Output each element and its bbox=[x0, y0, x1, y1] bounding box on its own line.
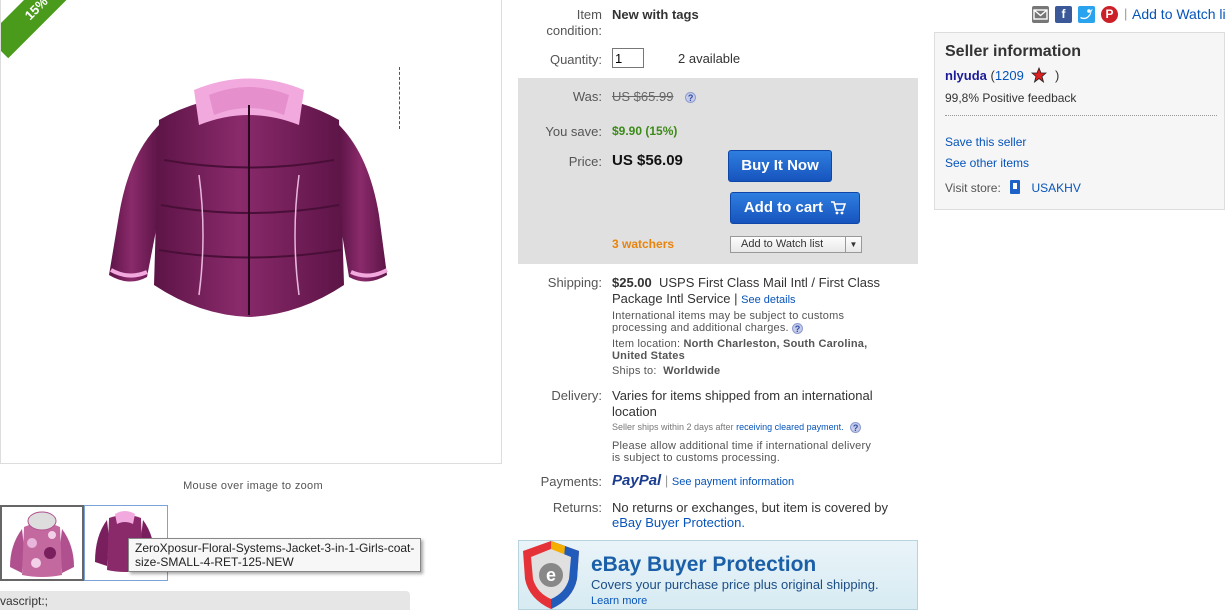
status-bar-text: vascript:; bbox=[0, 594, 49, 608]
save-value: $9.90 (15%) bbox=[612, 124, 678, 138]
was-price-value: US $65.99 bbox=[612, 89, 674, 104]
share-divider: | bbox=[1124, 6, 1128, 21]
seller-name-link[interactable]: nlyuda bbox=[945, 68, 987, 83]
buyer-protection-link[interactable]: eBay Buyer Protection. bbox=[612, 515, 912, 530]
save-seller-link[interactable]: Save this seller bbox=[945, 135, 1026, 149]
twitter-icon[interactable] bbox=[1078, 6, 1095, 23]
ships-to-value: Worldwide bbox=[663, 365, 721, 377]
item-location: Item location: North Charleston, South C… bbox=[612, 338, 912, 362]
returns-label: Returns: bbox=[552, 500, 602, 515]
see-payment-info-link[interactable]: See payment information bbox=[672, 476, 794, 488]
allow-time-line-2: is subject to customs processing. bbox=[612, 452, 781, 464]
was-label: Was: bbox=[572, 89, 602, 104]
available-count: 2 available bbox=[678, 51, 741, 66]
add-to-cart-label: Add to cart bbox=[743, 199, 823, 216]
shield-icon: e bbox=[523, 541, 579, 609]
location-value-line-1: North Charleston, South Carolina, bbox=[683, 338, 868, 350]
condition-label-line-2: condition: bbox=[546, 23, 602, 38]
chevron-down-icon[interactable]: ▼ bbox=[845, 237, 861, 252]
banner-title: eBay Buyer Protection bbox=[591, 553, 817, 576]
help-icon[interactable]: ? bbox=[792, 322, 804, 334]
help-icon[interactable]: ? bbox=[685, 92, 697, 104]
shipping-cost: $25.00 bbox=[612, 275, 652, 290]
pinterest-icon[interactable]: P bbox=[1101, 6, 1118, 23]
location-value-line-2: United States bbox=[612, 350, 685, 362]
learn-more-link[interactable]: Learn more bbox=[591, 595, 647, 607]
buyer-protection-banner[interactable]: e eBay Buyer Protection Covers your purc… bbox=[518, 540, 918, 610]
seller-divider bbox=[945, 115, 1217, 116]
customs-note-line-1: International items may be subject to cu… bbox=[612, 310, 845, 322]
customs-note-line-2: processing and additional charges. bbox=[612, 322, 789, 334]
customs-note: International items may be subject to cu… bbox=[612, 310, 912, 334]
seller-name-row: nlyuda (1209 ) bbox=[945, 66, 1060, 84]
add-to-watch-list-button[interactable]: Add to Watch list ▼ bbox=[730, 236, 862, 253]
ships-to-label: Ships to: bbox=[612, 365, 657, 377]
paypal-logo: PayPal bbox=[612, 472, 662, 489]
shipping-label: Shipping: bbox=[547, 275, 602, 290]
cleared-payment-link[interactable]: receiving cleared payment. bbox=[736, 422, 844, 432]
store-name-link[interactable]: USAKHV bbox=[1032, 181, 1081, 195]
condition-label-line-1: Item bbox=[576, 7, 602, 22]
quantity-label: Quantity: bbox=[549, 52, 602, 67]
see-details-link[interactable]: See details bbox=[741, 294, 795, 306]
banner-subtitle: Covers your purchase price plus original… bbox=[591, 577, 879, 592]
delivery-label: Delivery: bbox=[551, 388, 602, 403]
cart-icon bbox=[831, 201, 847, 215]
location-label: Item location: bbox=[612, 338, 681, 350]
allow-time-note: Please allow additional time if internat… bbox=[612, 440, 912, 464]
delivery-line-1: Varies for items shipped from an interna… bbox=[612, 388, 873, 403]
seller-ships-note: Seller ships within 2 days after receivi… bbox=[612, 422, 862, 434]
product-image-frame[interactable]: 15% bbox=[0, 0, 502, 464]
thumbnail-1[interactable] bbox=[0, 505, 84, 581]
add-to-cart-button[interactable]: Add to cart bbox=[730, 192, 860, 224]
buy-it-now-button[interactable]: Buy It Now bbox=[728, 150, 832, 182]
price-value: US $56.09 bbox=[612, 152, 683, 169]
star-icon bbox=[1031, 66, 1048, 84]
image-tooltip: ZeroXposur-Floral-Systems-Jacket-3-in-1-… bbox=[128, 538, 422, 572]
watch-button-label: Add to Watch list bbox=[741, 238, 824, 250]
svg-text:e: e bbox=[546, 565, 556, 585]
delivery-info: Varies for items shipped from an interna… bbox=[612, 388, 912, 420]
save-label: You save: bbox=[545, 124, 602, 139]
shipping-info: $25.00 USPS First Class Mail Intl / Firs… bbox=[612, 275, 912, 308]
shipping-service-line-2: Package Intl Service | bbox=[612, 291, 738, 306]
returns-info: No returns or exchanges, but item is cov… bbox=[612, 500, 912, 530]
tooltip-line-2: size-SMALL-4-RET-125-NEW bbox=[135, 555, 294, 569]
add-to-watch-list-link[interactable]: Add to Watch list bbox=[1132, 6, 1225, 22]
condition-value: New with tags bbox=[612, 7, 699, 22]
discount-badge: 15% bbox=[1, 0, 86, 59]
ships-to: Ships to: Worldwide bbox=[612, 365, 720, 377]
seller-heading: Seller information bbox=[945, 43, 1082, 60]
condition-label: Item condition: bbox=[512, 7, 602, 39]
email-icon[interactable] bbox=[1032, 6, 1049, 23]
tooltip-line-1: ZeroXposur-Floral-Systems-Jacket-3-in-1-… bbox=[135, 541, 415, 555]
thumbnail-1-image bbox=[10, 511, 74, 577]
price-label: Price: bbox=[568, 154, 602, 169]
score-suffix: ) bbox=[1055, 68, 1060, 83]
zoom-hint: Mouse over image to zoom bbox=[183, 480, 323, 492]
seller-info-panel: Seller information nlyuda (1209 ) 99,8% … bbox=[934, 32, 1225, 210]
facebook-icon[interactable]: f bbox=[1055, 6, 1072, 23]
visit-store-row: Visit store: USAKHV bbox=[945, 179, 1081, 195]
returns-line-1: No returns or exchanges, but item is cov… bbox=[612, 500, 889, 515]
shipping-service-line-1: USPS First Class Mail Intl / First Class bbox=[659, 275, 881, 290]
seller-ships-prefix: Seller ships within 2 days after bbox=[612, 422, 734, 432]
was-price: US $65.99 ? bbox=[612, 89, 697, 104]
allow-time-line-1: Please allow additional time if internat… bbox=[612, 440, 872, 452]
product-image[interactable] bbox=[99, 65, 399, 325]
browser-status-bar: vascript:; bbox=[0, 591, 410, 610]
quantity-input[interactable] bbox=[612, 48, 644, 68]
delivery-line-2: location bbox=[612, 404, 657, 419]
help-icon[interactable]: ? bbox=[850, 422, 862, 434]
feedback-score-link[interactable]: 1209 bbox=[995, 68, 1024, 83]
image-divider bbox=[399, 67, 400, 129]
payments-label: Payments: bbox=[540, 474, 602, 489]
store-icon bbox=[1010, 180, 1021, 194]
visit-store-label: Visit store: bbox=[945, 181, 1001, 195]
watchers-count: 3 watchers bbox=[612, 237, 675, 251]
see-other-items-link[interactable]: See other items bbox=[945, 156, 1029, 170]
positive-feedback: 99,8% Positive feedback bbox=[945, 91, 1077, 105]
payment-methods: PayPal | See payment information bbox=[612, 472, 795, 489]
